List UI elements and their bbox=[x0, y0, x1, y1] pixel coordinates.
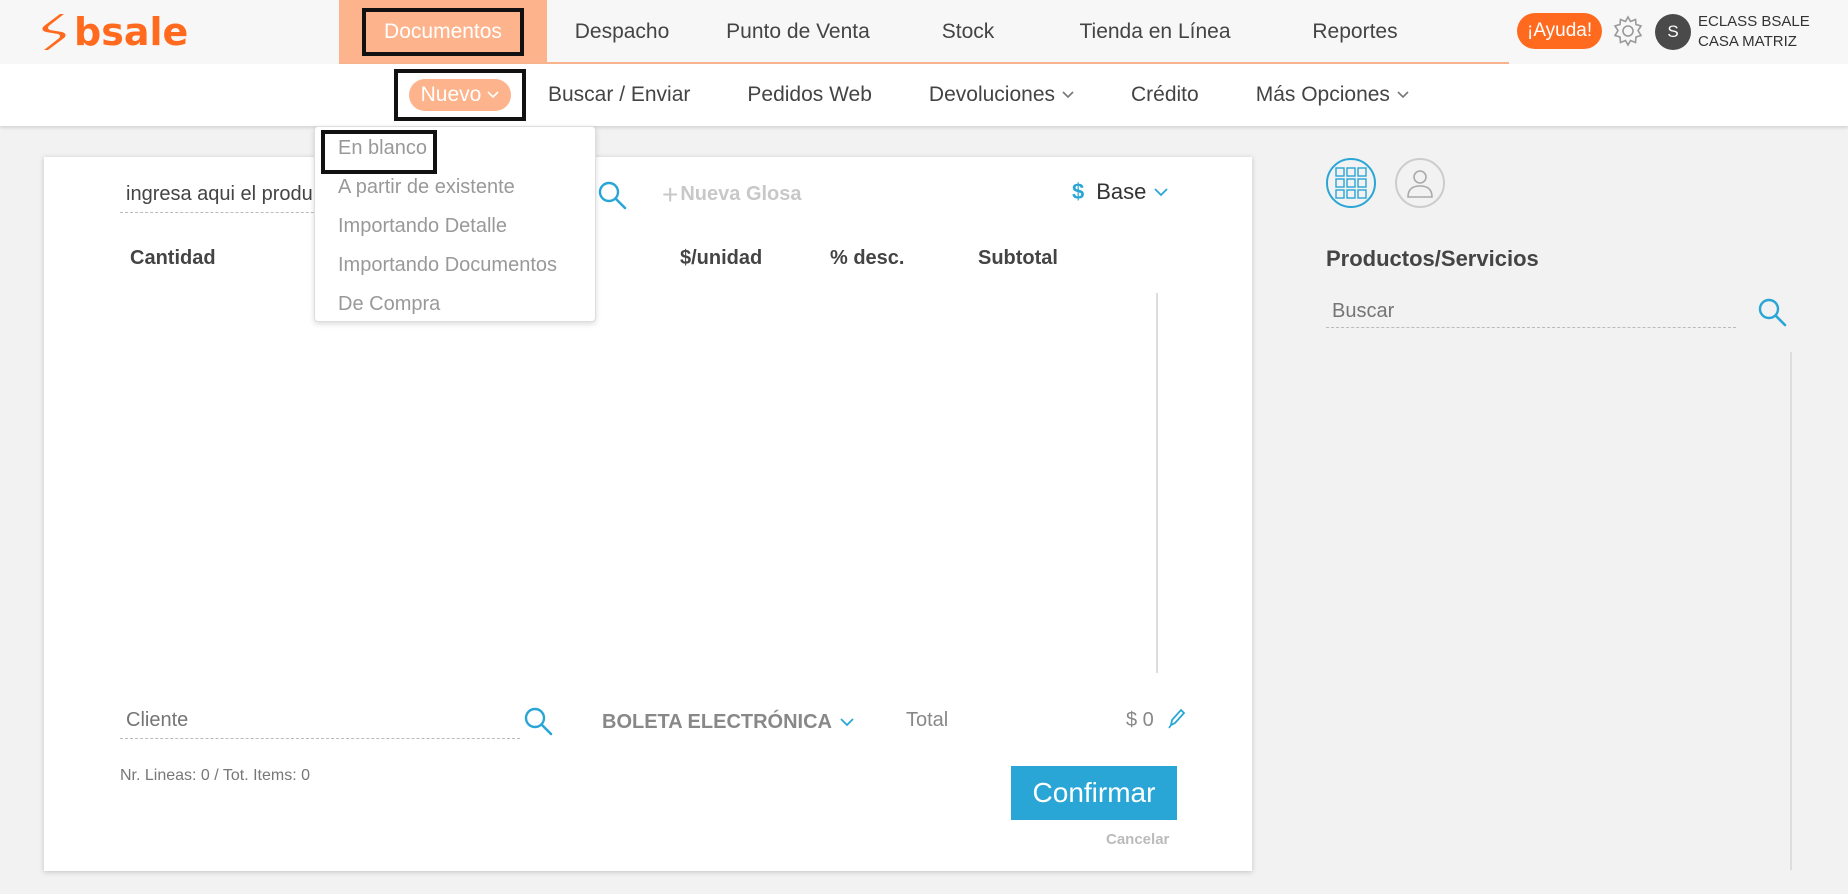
search-icon[interactable] bbox=[1756, 296, 1788, 328]
nav-despacho[interactable]: Despacho bbox=[547, 0, 697, 64]
sub-nav-mas-opciones[interactable]: Más Opciones bbox=[1256, 83, 1409, 107]
chevron-down-icon bbox=[487, 91, 499, 99]
client-search-input[interactable] bbox=[120, 703, 520, 739]
pencil-icon[interactable] bbox=[1168, 707, 1186, 729]
detail-scrollbar[interactable] bbox=[1156, 293, 1158, 673]
gear-icon[interactable] bbox=[1611, 14, 1645, 48]
nav-reportes[interactable]: Reportes bbox=[1273, 0, 1437, 64]
chevron-down-icon bbox=[1154, 187, 1169, 196]
sub-nav-pedidos-web[interactable]: Pedidos Web bbox=[747, 83, 872, 107]
main-nav: Documentos Despacho Punto de Venta Stock… bbox=[339, 0, 1437, 64]
document-card: + Nueva Glosa $ Base Cantidad $/unidad %… bbox=[44, 157, 1252, 871]
column-header-subtotal: Subtotal bbox=[978, 247, 1058, 269]
column-header-unit-price: $/unidad bbox=[680, 247, 763, 269]
menu-item-importando-detalle[interactable]: Importando Detalle bbox=[338, 215, 507, 238]
nav-documentos-label: Documentos bbox=[362, 8, 524, 56]
chevron-down-icon bbox=[1397, 91, 1409, 99]
branch-name: CASA MATRIZ bbox=[1698, 33, 1797, 50]
line-count: Nr. Lineas: 0 / Tot. Items: 0 bbox=[120, 767, 311, 784]
column-header-cantidad: Cantidad bbox=[130, 247, 216, 269]
nuevo-highlight-frame: Nuevo bbox=[394, 69, 526, 121]
sub-nav-pedidos-web-label: Pedidos Web bbox=[747, 83, 872, 106]
sub-nav-credito[interactable]: Crédito bbox=[1131, 83, 1199, 107]
new-gloss-button[interactable]: + Nueva Glosa bbox=[662, 178, 802, 210]
grid-icon bbox=[1335, 167, 1367, 199]
sub-nav: Nuevo Buscar / Enviar Pedidos Web Devolu… bbox=[394, 64, 1466, 126]
plus-icon: + bbox=[662, 178, 679, 210]
document-type-selector[interactable]: BOLETA ELECTRÓNICA bbox=[602, 711, 854, 734]
sub-nav-mas-opciones-label: Más Opciones bbox=[1255, 83, 1390, 106]
nuevo-dropdown-menu: En blanco A partir de existente Importan… bbox=[314, 126, 596, 322]
column-header-discount: % desc. bbox=[830, 247, 905, 269]
sub-nav-devoluciones-label: Devoluciones bbox=[928, 83, 1055, 106]
price-list-selector[interactable]: $ Base bbox=[1072, 179, 1169, 205]
user-icon bbox=[1407, 170, 1433, 198]
nav-tienda-en-linea[interactable]: Tienda en Línea bbox=[1037, 0, 1273, 64]
sub-nav-credito-label: Crédito bbox=[1131, 83, 1199, 106]
products-panel-title: Productos/Servicios bbox=[1326, 246, 1539, 271]
avatar[interactable]: S bbox=[1655, 14, 1691, 50]
confirm-button[interactable]: Confirmar bbox=[1011, 766, 1177, 820]
brand-name: bsale bbox=[74, 10, 189, 54]
total-label: Total bbox=[906, 709, 949, 731]
products-search-input[interactable] bbox=[1326, 296, 1736, 328]
nav-punto-de-venta[interactable]: Punto de Venta bbox=[697, 0, 899, 64]
search-icon[interactable] bbox=[522, 705, 554, 737]
menu-item-a-partir-de-existente[interactable]: A partir de existente bbox=[338, 176, 515, 199]
sub-nav-nuevo-label: Nuevo bbox=[420, 83, 482, 106]
sub-nav-nuevo[interactable]: Nuevo bbox=[408, 79, 512, 111]
total-value: $ 0 bbox=[1126, 709, 1154, 731]
chevron-down-icon bbox=[840, 718, 854, 727]
document-type-label: BOLETA ELECTRÓNICA bbox=[602, 711, 832, 733]
client-view-button[interactable] bbox=[1395, 158, 1445, 208]
help-button[interactable]: ¡Ayuda! bbox=[1517, 13, 1603, 49]
sub-nav-buscar-enviar[interactable]: Buscar / Enviar bbox=[548, 83, 690, 107]
bsale-logo-icon bbox=[42, 14, 66, 50]
menu-item-en-blanco[interactable]: En blanco bbox=[338, 137, 427, 160]
currency-symbol: $ bbox=[1072, 179, 1085, 204]
menu-item-de-compra[interactable]: De Compra bbox=[338, 293, 440, 316]
nav-documentos[interactable]: Documentos bbox=[339, 0, 547, 64]
bsale-logo[interactable]: bsale bbox=[38, 10, 188, 54]
menu-item-importando-documentos[interactable]: Importando Documentos bbox=[338, 254, 557, 277]
sub-nav-bar: Nuevo Buscar / Enviar Pedidos Web Devolu… bbox=[0, 64, 1848, 126]
company-selector[interactable]: ECLASS BSALE CASA MATRIZ bbox=[1698, 12, 1810, 52]
chevron-down-icon bbox=[1062, 91, 1074, 99]
price-list-label: Base bbox=[1096, 179, 1147, 204]
nav-stock[interactable]: Stock bbox=[899, 0, 1037, 64]
cancel-link[interactable]: Cancelar bbox=[1106, 831, 1169, 848]
products-scrollbar[interactable] bbox=[1790, 352, 1792, 870]
sub-nav-buscar-enviar-label: Buscar / Enviar bbox=[548, 83, 691, 106]
company-name: ECLASS BSALE bbox=[1698, 13, 1810, 30]
search-icon[interactable] bbox=[596, 179, 628, 211]
grid-view-button[interactable] bbox=[1326, 158, 1376, 208]
top-bar: bsale Documentos Despacho Punto de Venta… bbox=[0, 0, 1848, 65]
sub-nav-devoluciones[interactable]: Devoluciones bbox=[929, 83, 1074, 107]
new-gloss-label: Nueva Glosa bbox=[680, 183, 802, 205]
